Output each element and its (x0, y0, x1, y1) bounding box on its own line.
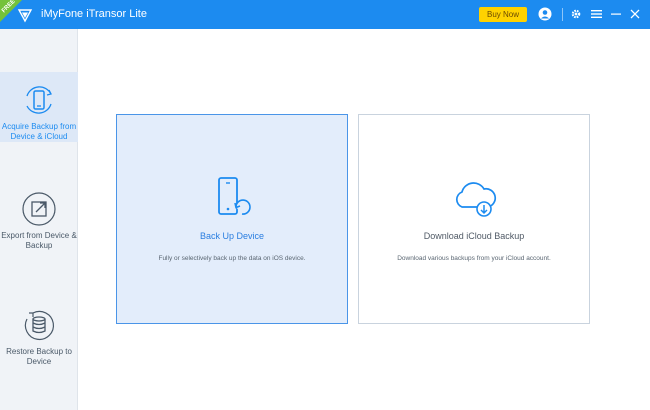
buy-now-button[interactable]: Buy Now (479, 7, 527, 22)
app-logo-icon (17, 9, 33, 23)
sidebar-item-export[interactable]: Export from Device & Backup (0, 191, 78, 261)
card-title: Download iCloud Backup (423, 231, 525, 241)
card-title: Back Up Device (199, 231, 265, 241)
phone-backup-icon (218, 177, 251, 215)
sidebar-item-label: Restore Backup to Device (6, 347, 72, 366)
title-bar: FREE iMyFone iTransor Lite Buy Now (0, 0, 650, 29)
phone-sync-icon (26, 86, 52, 114)
account-icon[interactable] (538, 7, 552, 21)
card-description: Fully or selectively back up the data on… (158, 255, 306, 262)
gear-icon[interactable] (569, 7, 583, 21)
close-icon[interactable] (628, 7, 642, 21)
sidebar-item-label: Acquire Backup from Device & iCloud (1, 122, 77, 141)
sidebar-item-acquire-backup[interactable]: Acquire Backup from Device & iCloud (0, 72, 78, 142)
app-title: iMyFone iTransor Lite (41, 8, 147, 20)
sidebar: Acquire Backup from Device & iCloud Expo… (0, 29, 78, 410)
titlebar-divider (562, 8, 563, 21)
menu-icon[interactable] (589, 7, 603, 21)
minimize-icon[interactable] (609, 7, 623, 21)
download-icloud-backup-card[interactable]: Download iCloud Backup Download various … (358, 114, 590, 324)
back-up-device-card[interactable]: Back Up Device Fully or selectively back… (116, 114, 348, 324)
database-restore-icon (24, 310, 54, 340)
sidebar-item-label: Export from Device & Backup (1, 231, 77, 250)
export-icon (22, 192, 56, 226)
card-description: Download various backups from your iClou… (397, 255, 551, 262)
cloud-download-icon (456, 182, 497, 217)
sidebar-item-restore[interactable]: Restore Backup to Device (0, 307, 78, 377)
